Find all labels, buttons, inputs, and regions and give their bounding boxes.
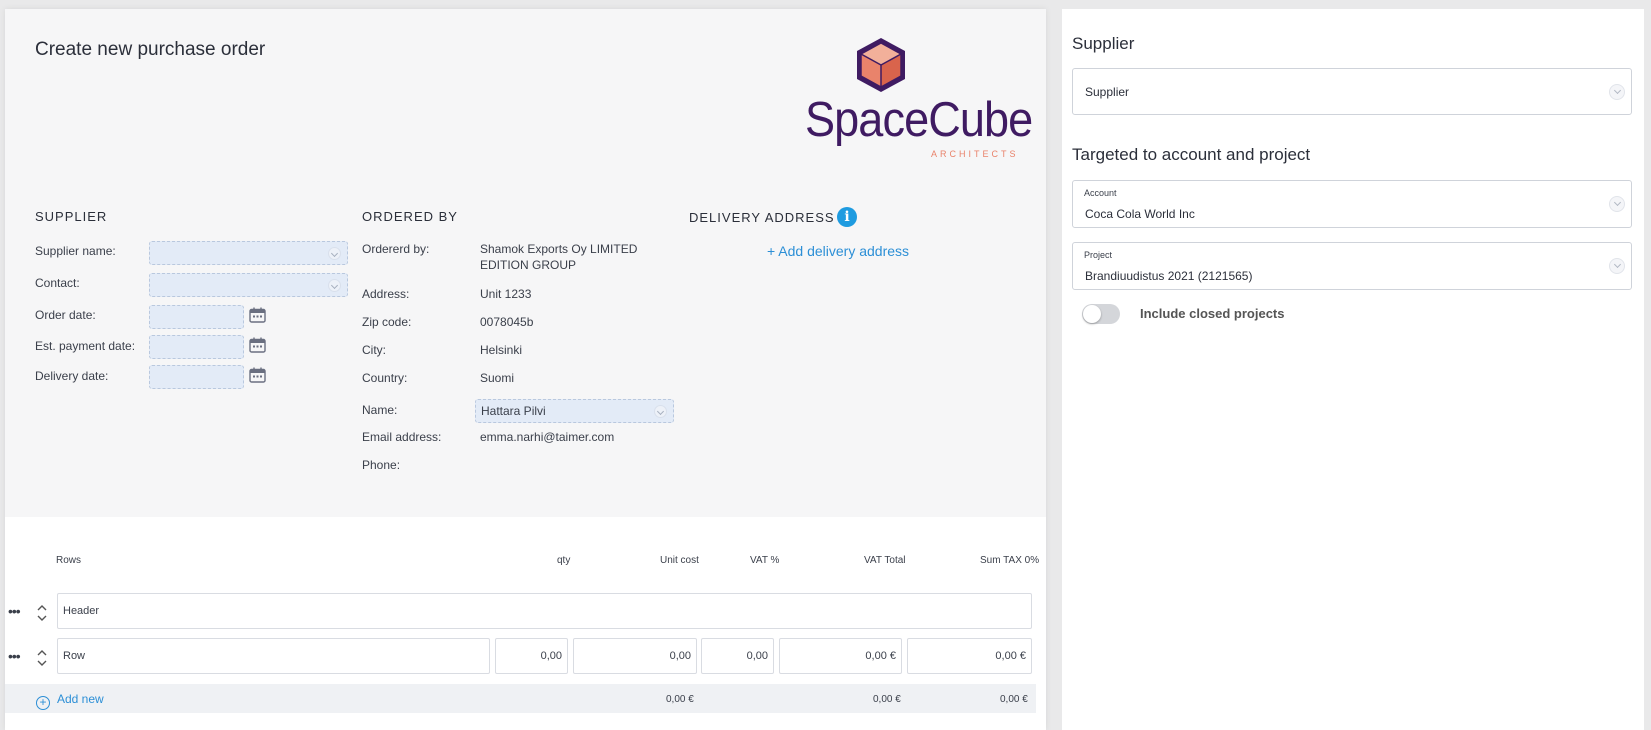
add-delivery-address-link[interactable]: + Add delivery address	[767, 243, 909, 259]
total-vat: 0,00 €	[873, 694, 901, 705]
add-new-row-button[interactable]: + Add new	[36, 692, 104, 710]
row-qty-input[interactable]: 0,00	[495, 638, 568, 674]
name-select[interactable]: Hattara Pilvi	[475, 399, 674, 423]
ordered-by-value-line2: EDITION GROUP	[480, 258, 577, 272]
col-header-unit-cost: Unit cost	[660, 555, 699, 566]
contact-label: Contact:	[35, 276, 80, 290]
chevron-down-icon	[1609, 196, 1625, 212]
zip-label: Zip code:	[362, 315, 412, 329]
account-select-value: Coca Cola World Inc	[1085, 207, 1195, 221]
row-menu-icon[interactable]: •••	[8, 603, 21, 619]
target-panel-title: Targeted to account and project	[1072, 145, 1311, 164]
project-select[interactable]: Project Brandiuudistus 2021 (2121565)	[1072, 242, 1632, 290]
country-label: Country:	[362, 371, 408, 385]
logo-subtitle: ARCHITECTS	[931, 149, 1019, 159]
supplier-select[interactable]: Supplier	[1072, 68, 1632, 115]
phone-label: Phone:	[362, 458, 401, 472]
contact-select[interactable]	[149, 273, 348, 297]
reorder-icon[interactable]	[37, 648, 47, 668]
cube-logo-icon	[857, 38, 905, 92]
col-header-sum-tax: Sum TAX 0%	[980, 555, 1040, 566]
reorder-icon[interactable]	[37, 603, 47, 623]
logo-wordmark: SpaceCube	[805, 93, 1033, 147]
delivery-date-label: Delivery date:	[35, 369, 109, 383]
calendar-icon[interactable]	[249, 337, 266, 353]
delivery-date-input[interactable]	[149, 365, 244, 389]
zip-value: 0078045b	[480, 315, 534, 329]
supplier-select-placeholder: Supplier	[1085, 85, 1130, 99]
chevron-down-icon	[328, 247, 341, 260]
info-icon[interactable]: i	[837, 207, 857, 227]
row-menu-icon[interactable]: •••	[8, 648, 21, 664]
account-select[interactable]: Account Coca Cola World Inc	[1072, 180, 1632, 228]
col-header-rows: Rows	[56, 555, 82, 566]
est-payment-date-label: Est. payment date:	[35, 339, 136, 353]
est-payment-date-input[interactable]	[149, 335, 244, 359]
city-label: City:	[362, 343, 386, 357]
total-sum-tax: 0,00 €	[1000, 694, 1028, 705]
supplier-heading: SUPPLIER	[35, 209, 108, 224]
col-header-vat-total: VAT Total	[864, 555, 906, 566]
row-vat-total-value: 0,00 €	[779, 638, 902, 674]
chevron-down-icon	[654, 405, 667, 418]
toggle-knob	[1083, 305, 1101, 323]
address-value: Unit 1233	[480, 287, 532, 301]
project-select-label: Project	[1084, 250, 1113, 260]
company-logo: SpaceCube ARCHITECTS	[805, 36, 1033, 161]
project-select-value: Brandiuudistus 2021 (2121565)	[1085, 269, 1253, 283]
include-closed-projects-label: Include closed projects	[1140, 306, 1285, 321]
header-row-text-input[interactable]: Header	[57, 593, 1032, 629]
add-new-label: Add new	[57, 692, 104, 706]
col-header-qty: qty	[557, 555, 571, 566]
email-value: emma.narhi@taimer.com	[480, 430, 615, 444]
row-sum-tax-value: 0,00 €	[907, 638, 1032, 674]
order-date-input[interactable]	[149, 305, 244, 329]
email-label: Email address:	[362, 430, 442, 444]
address-label: Address:	[362, 287, 410, 301]
name-select-value: Hattara Pilvi	[481, 404, 546, 418]
ordered-by-value-line1: Shamok Exports Oy LIMITED	[480, 242, 638, 256]
supplier-name-select[interactable]	[149, 241, 348, 265]
delivery-address-heading: DELIVERY ADDRESS	[689, 210, 835, 225]
supplier-panel-title: Supplier	[1072, 34, 1135, 53]
country-value: Suomi	[480, 371, 515, 385]
plus-circle-icon: +	[36, 696, 50, 710]
page-title: Create new purchase order	[35, 39, 266, 60]
order-header-area: Create new purchase order SpaceCube ARCH…	[5, 9, 1046, 517]
calendar-icon[interactable]	[249, 307, 266, 323]
name-label: Name:	[362, 403, 398, 417]
total-unit-cost: 0,00 €	[666, 694, 694, 705]
calendar-icon[interactable]	[249, 367, 266, 383]
chevron-down-icon	[1609, 84, 1625, 100]
row-description-input[interactable]: Row	[57, 638, 490, 674]
right-panel: Supplier Supplier Targeted to account an…	[1062, 9, 1644, 730]
city-value: Helsinki	[480, 343, 523, 357]
include-closed-projects-toggle[interactable]	[1082, 304, 1120, 324]
account-select-label: Account	[1084, 188, 1117, 198]
order-date-label: Order date:	[35, 308, 96, 322]
chevron-down-icon	[1609, 258, 1625, 274]
col-header-vat-pct: VAT %	[750, 555, 780, 566]
chevron-down-icon	[328, 279, 341, 292]
row-vat-pct-input[interactable]: 0,00	[701, 638, 774, 674]
ordered-by-label: Ordererd by:	[362, 242, 430, 256]
ordered-by-heading: ORDERED BY	[362, 209, 458, 224]
row-unit-cost-input[interactable]: 0,00	[573, 638, 697, 674]
supplier-name-label: Supplier name:	[35, 244, 116, 258]
